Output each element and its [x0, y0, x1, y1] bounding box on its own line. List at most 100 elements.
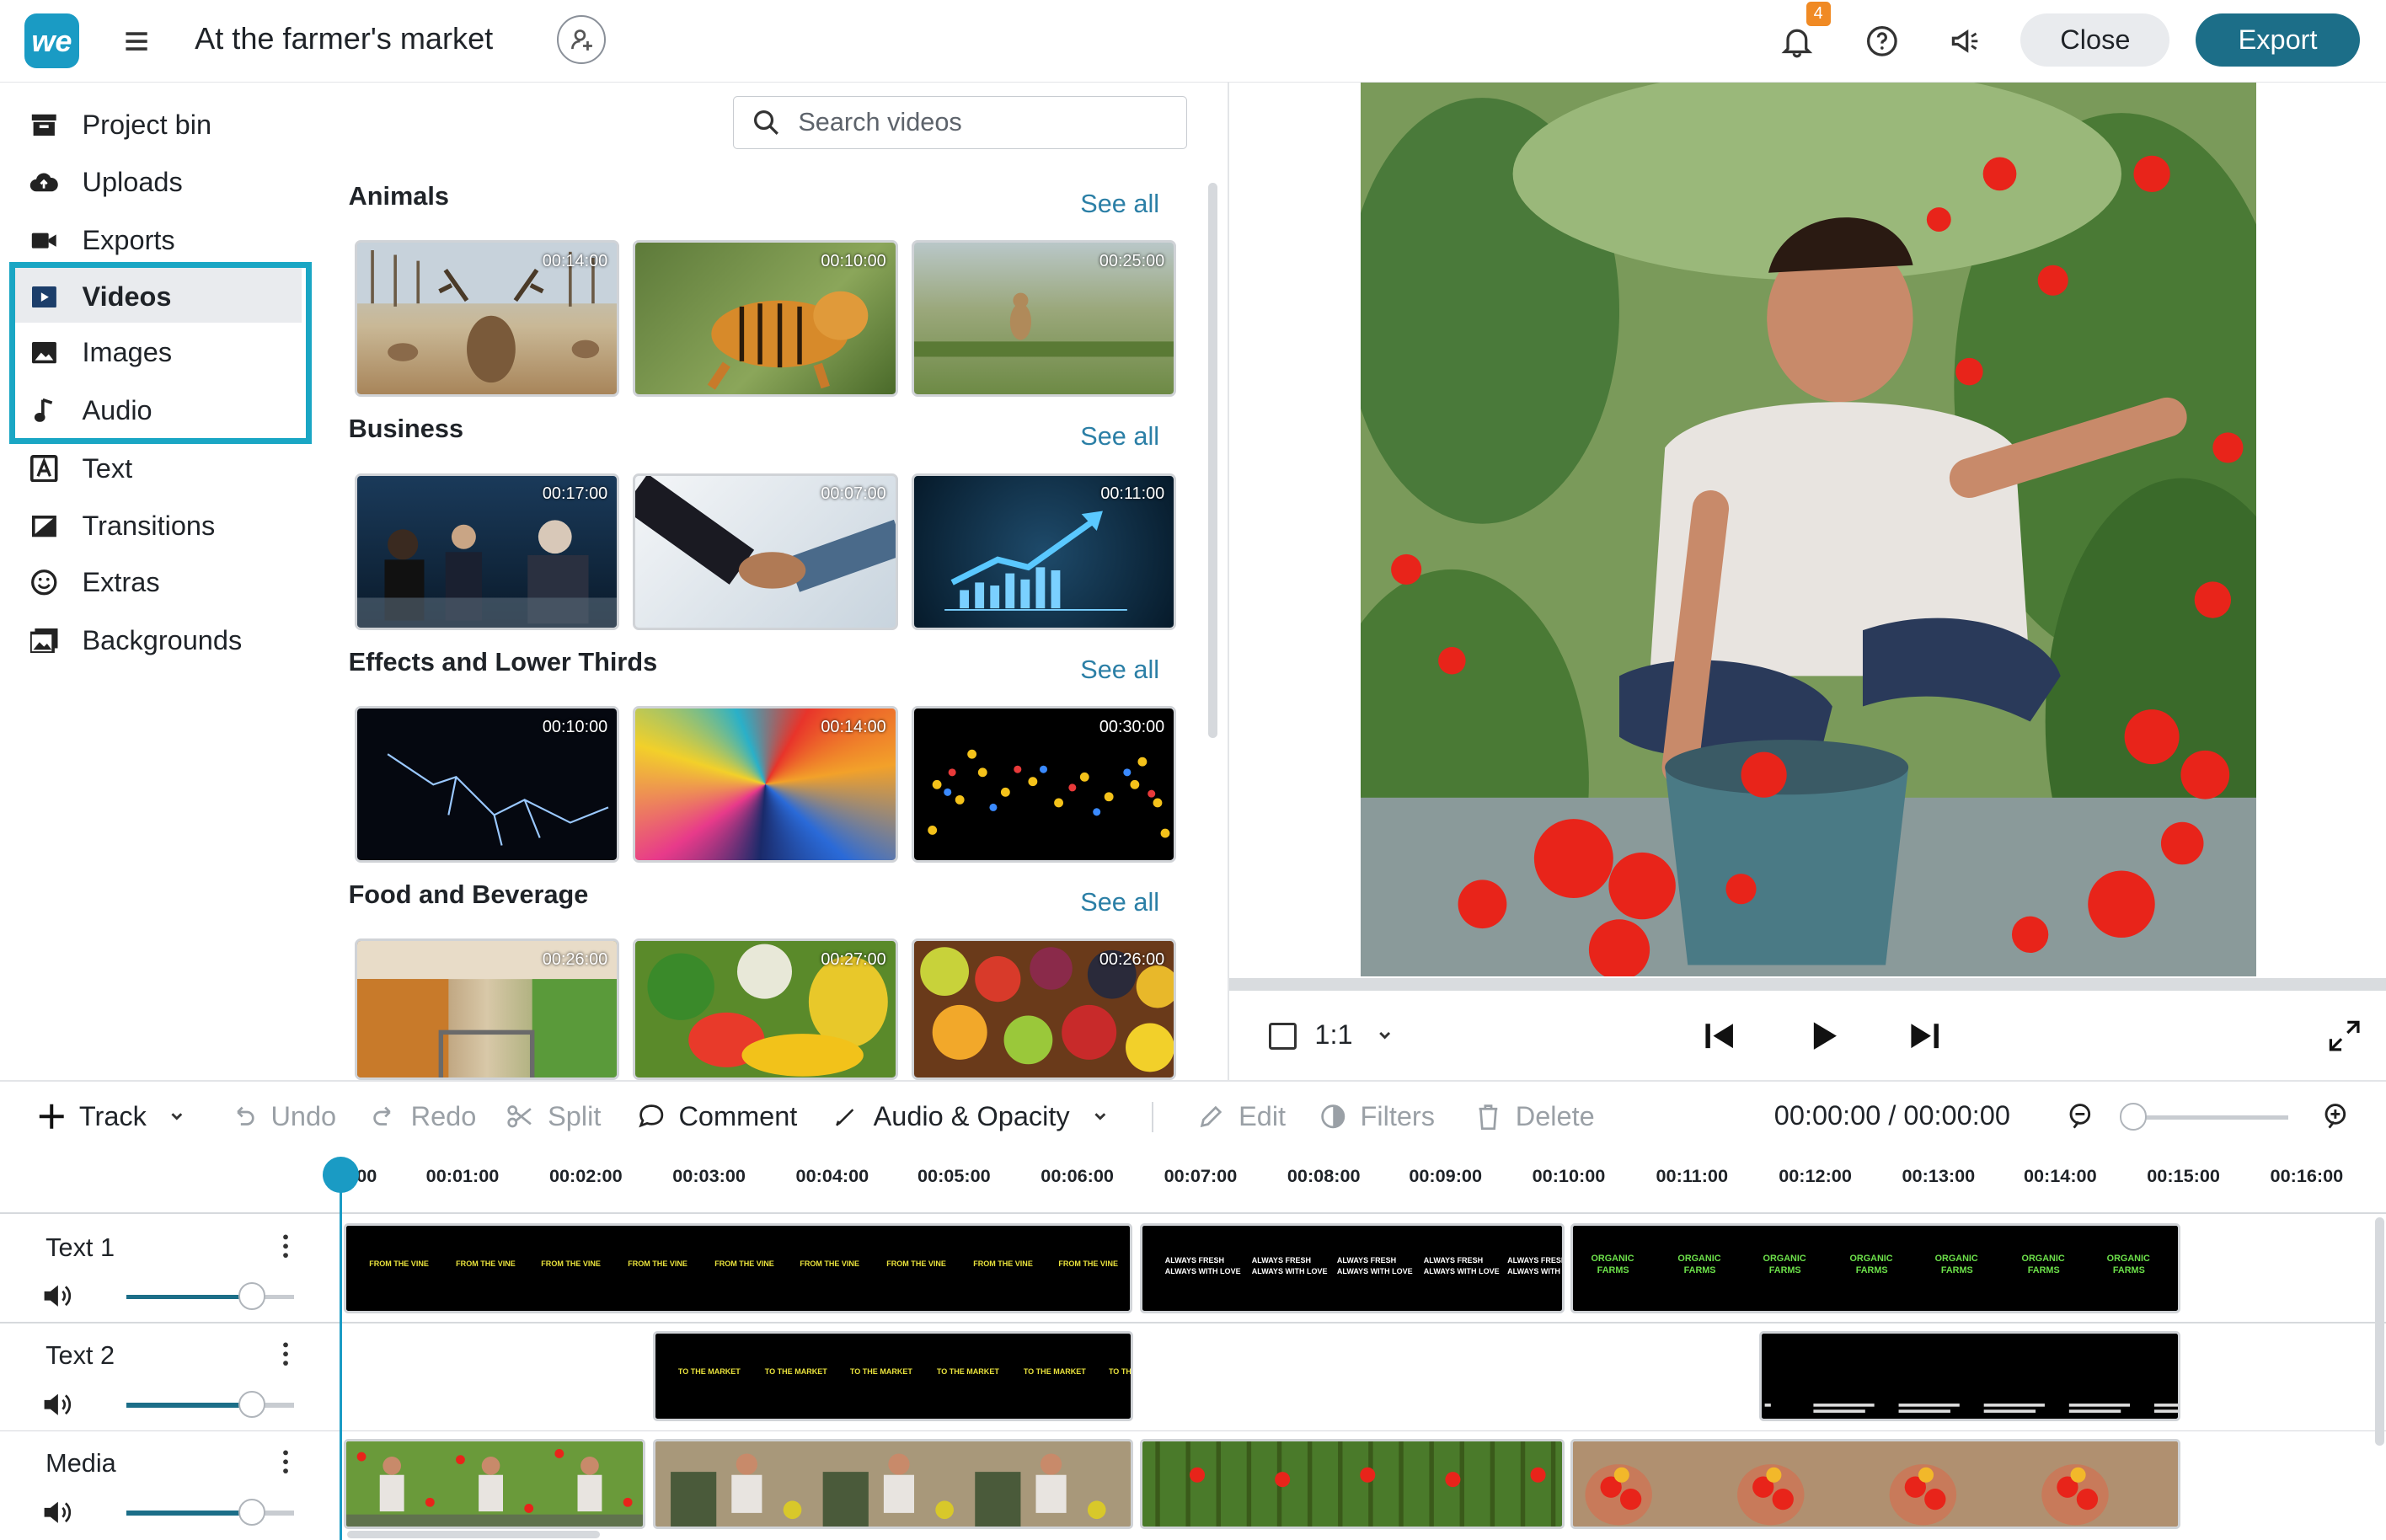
- delete-button[interactable]: Delete: [1473, 1099, 1595, 1135]
- sidebar-item-transitions[interactable]: Transitions: [28, 504, 302, 549]
- video-thumbnail-meeting[interactable]: 00:17:00: [354, 473, 620, 630]
- split-button[interactable]: Split: [506, 1099, 601, 1135]
- volume-icon[interactable]: [41, 1282, 72, 1310]
- timeline-vertical-scrollbar[interactable]: [2375, 1216, 2384, 1446]
- ruler-tick: 00:09:00: [1409, 1165, 1483, 1187]
- zoom-slider-track[interactable]: [2127, 1115, 2289, 1120]
- zoom-slider-handle[interactable]: [2119, 1103, 2148, 1131]
- video-thumbnail-fruits[interactable]: 00:26:00: [911, 938, 1177, 1081]
- timeline-clip-media-tomato-field[interactable]: [1139, 1439, 1565, 1530]
- see-all-business-link[interactable]: See all: [1080, 421, 1159, 452]
- video-thumbnail-emoji-burst[interactable]: 00:30:00: [911, 705, 1177, 863]
- timeline-clip-text-to-the-market[interactable]: TO THE MARKET TO THE MARKET TO THE MARKE…: [652, 1331, 1134, 1421]
- hamburger-menu-icon[interactable]: [121, 26, 152, 56]
- track-name-text-2[interactable]: Text 2: [45, 1340, 115, 1371]
- video-thumbnail-vegetables[interactable]: 00:27:00: [633, 938, 898, 1081]
- export-button[interactable]: Export: [2196, 13, 2361, 67]
- search-icon: [754, 110, 779, 136]
- play-icon[interactable]: [1805, 1018, 1841, 1054]
- sidebar-item-project-bin[interactable]: Project bin: [28, 102, 302, 147]
- search-input[interactable]: [794, 105, 1161, 140]
- timeline-clip-media-market-vendor[interactable]: [652, 1439, 1134, 1530]
- preview-progress-bar[interactable]: [1229, 978, 2386, 991]
- sidebar-item-text[interactable]: Text: [28, 446, 302, 491]
- ruler-tick: 00: [356, 1165, 377, 1187]
- search-videos-field[interactable]: [733, 95, 1187, 149]
- volume-icon[interactable]: [41, 1391, 72, 1419]
- filters-button[interactable]: Filters: [1318, 1099, 1435, 1135]
- redo-button[interactable]: Redo: [368, 1099, 476, 1135]
- project-title[interactable]: At the farmer's market: [195, 21, 493, 56]
- video-thumbnail-cheetah[interactable]: 00:25:00: [911, 240, 1177, 398]
- video-thumbnail-fluid-paint[interactable]: 00:14:00: [633, 705, 898, 863]
- volume-slider-fill: [126, 1403, 252, 1408]
- ruler-tick: 00:05:00: [917, 1165, 991, 1187]
- timeline-clip-media-greenhouse[interactable]: [344, 1439, 645, 1530]
- add-collaborator-button[interactable]: [556, 15, 606, 64]
- video-thumbnail-growth-chart[interactable]: 00:11:00: [911, 473, 1177, 630]
- undo-button[interactable]: Undo: [228, 1099, 336, 1135]
- zoom-out-icon[interactable]: [2063, 1102, 2094, 1132]
- chevron-down-icon[interactable]: [1374, 1025, 1395, 1046]
- track-options-icon[interactable]: [278, 1340, 293, 1368]
- volume-slider[interactable]: [126, 1390, 294, 1419]
- tomato-hands-frames-strip: [1572, 1441, 2178, 1527]
- fullscreen-icon[interactable]: [2326, 1018, 2362, 1054]
- clip-caption: ALWAYS FRESH: [1164, 1256, 1225, 1265]
- volume-slider-handle[interactable]: [238, 1498, 266, 1527]
- timeline-clip-text-organic-farms[interactable]: ORGANIC FARMS ORGANIC FARMS ORGANIC FARM…: [1570, 1223, 2180, 1313]
- video-thumbnail-lightning[interactable]: 00:10:00: [354, 705, 620, 863]
- library-scrollbar[interactable]: [1207, 182, 1217, 738]
- sidebar-item-uploads[interactable]: Uploads: [28, 160, 302, 206]
- volume-icon[interactable]: [41, 1499, 72, 1527]
- volume-slider[interactable]: [126, 1282, 294, 1310]
- video-preview[interactable]: [1360, 82, 2257, 977]
- zoom-in-icon[interactable]: [2319, 1102, 2349, 1132]
- video-thumbnail-supermarket[interactable]: 00:26:00: [354, 938, 620, 1081]
- timeline-clip-text-small-caption[interactable]: [1758, 1331, 2180, 1421]
- skip-next-icon[interactable]: [1907, 1018, 1943, 1054]
- track-options-icon[interactable]: [278, 1448, 293, 1476]
- volume-slider[interactable]: [126, 1498, 294, 1527]
- skip-previous-icon[interactable]: [1701, 1018, 1737, 1054]
- see-all-effects-link[interactable]: See all: [1080, 655, 1159, 685]
- duration-label: 00:10:00: [821, 252, 886, 271]
- clip-caption: ORGANIC: [1763, 1253, 1806, 1264]
- help-icon[interactable]: [1865, 24, 1899, 58]
- track-name-text-1[interactable]: Text 1: [45, 1233, 115, 1263]
- clip-caption: TO THE MARKET: [1023, 1366, 1086, 1376]
- timeline-horizontal-scrollbar[interactable]: [346, 1530, 600, 1538]
- add-track-button[interactable]: Track: [36, 1099, 186, 1135]
- track-name-media[interactable]: Media: [45, 1448, 116, 1479]
- aspect-ratio-label[interactable]: 1:1: [1314, 1019, 1352, 1051]
- timeline-clip-media-tomato-hands[interactable]: [1570, 1439, 2180, 1530]
- chevron-down-icon: [1091, 1108, 1110, 1126]
- track-options-icon[interactable]: [278, 1233, 293, 1260]
- volume-slider-handle[interactable]: [238, 1390, 266, 1419]
- comment-button[interactable]: Comment: [636, 1099, 797, 1135]
- sidebar-item-backgrounds[interactable]: Backgrounds: [28, 618, 302, 663]
- notifications-bell-icon[interactable]: [1780, 24, 1814, 58]
- edit-button[interactable]: Edit: [1196, 1099, 1286, 1135]
- announcements-megaphone-icon[interactable]: [1949, 24, 1982, 58]
- timeline-clip-text-always-fresh[interactable]: ALWAYS FRESH ALWAYS WITH LOVE ALWAYS FRE…: [1139, 1223, 1565, 1313]
- aspect-ratio-icon[interactable]: [1269, 1022, 1297, 1051]
- ruler-divider: [0, 1212, 2386, 1215]
- timeline-clip-text-from-the-vine[interactable]: FROM THE VINE FROM THE VINE FROM THE VIN…: [344, 1223, 1132, 1313]
- playhead-handle[interactable]: [322, 1156, 360, 1193]
- playhead-line: [339, 1174, 343, 1540]
- close-button[interactable]: Close: [2020, 13, 2170, 67]
- video-thumbnail-handshake[interactable]: 00:07:00: [633, 473, 898, 630]
- app-logo[interactable]: we: [24, 13, 79, 69]
- audio-opacity-button[interactable]: Audio & Opacity: [831, 1099, 1110, 1135]
- video-thumbnail-deer[interactable]: 00:14:00: [354, 240, 620, 398]
- see-all-animals-link[interactable]: See all: [1080, 189, 1159, 219]
- ruler-tick: 00:08:00: [1287, 1165, 1361, 1187]
- sidebar-item-exports[interactable]: Exports: [28, 217, 302, 263]
- video-thumbnail-tiger[interactable]: 00:10:00: [633, 240, 898, 398]
- sidebar-item-extras[interactable]: Extras: [28, 560, 302, 606]
- clip-caption: FROM THE VINE: [369, 1259, 429, 1268]
- see-all-food-link[interactable]: See all: [1080, 887, 1159, 917]
- clip-caption: FROM THE VINE: [1058, 1259, 1118, 1268]
- volume-slider-handle[interactable]: [238, 1282, 266, 1310]
